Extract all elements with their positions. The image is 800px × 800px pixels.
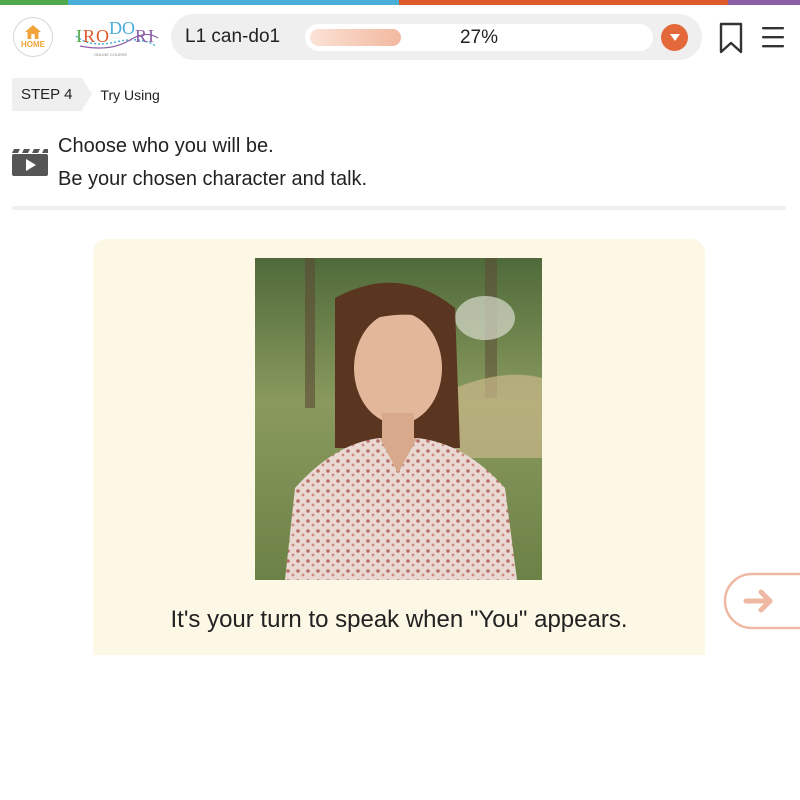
step-badge: STEP 4 <box>12 78 93 111</box>
color-strip-green <box>0 0 68 5</box>
section-divider <box>12 206 786 210</box>
svg-text:O: O <box>96 26 109 46</box>
home-button[interactable]: HOME <box>13 17 53 57</box>
svg-text:D: D <box>109 18 122 38</box>
home-label: HOME <box>21 40 45 49</box>
color-strip-purple <box>728 0 800 5</box>
instruction-line-1: Choose who you will be. <box>58 135 274 157</box>
character-photo-image <box>255 258 542 580</box>
step-number: STEP 4 <box>21 86 73 103</box>
svg-text:O: O <box>122 18 135 38</box>
svg-text:I: I <box>148 26 154 46</box>
color-strip-blue <box>68 0 399 5</box>
speaking-caption: It's your turn to speak when "You" appea… <box>170 606 628 633</box>
svg-text:R: R <box>135 26 147 46</box>
irodori-logo[interactable]: I R O D O R I ONLINE COURSE <box>70 16 162 60</box>
svg-text:ONLINE COURSE: ONLINE COURSE <box>94 52 127 57</box>
lesson-selector[interactable]: L1 can-do1 27% <box>171 14 702 60</box>
color-strip <box>0 0 800 5</box>
logo-icon: I R O D O R I ONLINE COURSE <box>75 18 159 57</box>
lesson-dropdown-button[interactable] <box>661 24 688 51</box>
progress-bar: 27% <box>305 24 653 51</box>
home-icon <box>25 25 41 39</box>
speaking-card: It's your turn to speak when "You" appea… <box>93 239 705 655</box>
progress-text: 27% <box>459 27 499 48</box>
svg-text:I: I <box>76 26 82 46</box>
lesson-title: L1 can-do1 <box>185 26 281 47</box>
arrow-right-icon <box>723 572 800 630</box>
next-button[interactable] <box>723 572 800 630</box>
step-breadcrumb: STEP 4 Try Using <box>12 78 160 111</box>
bookmark-button[interactable] <box>718 22 744 54</box>
menu-button[interactable] <box>760 24 786 50</box>
instruction-line-2: Be your chosen character and talk. <box>58 168 368 190</box>
bookmark-icon <box>719 22 743 54</box>
character-photo[interactable] <box>255 258 542 580</box>
color-strip-orange <box>399 0 728 5</box>
video-icon <box>12 149 48 176</box>
svg-text:R: R <box>83 26 95 46</box>
step-name: Try Using <box>100 86 160 103</box>
hamburger-menu-icon <box>762 27 784 48</box>
chevron-down-icon <box>669 33 680 41</box>
header: HOME I R O D O R I ONLINE COURSE L1 can-… <box>0 14 800 62</box>
